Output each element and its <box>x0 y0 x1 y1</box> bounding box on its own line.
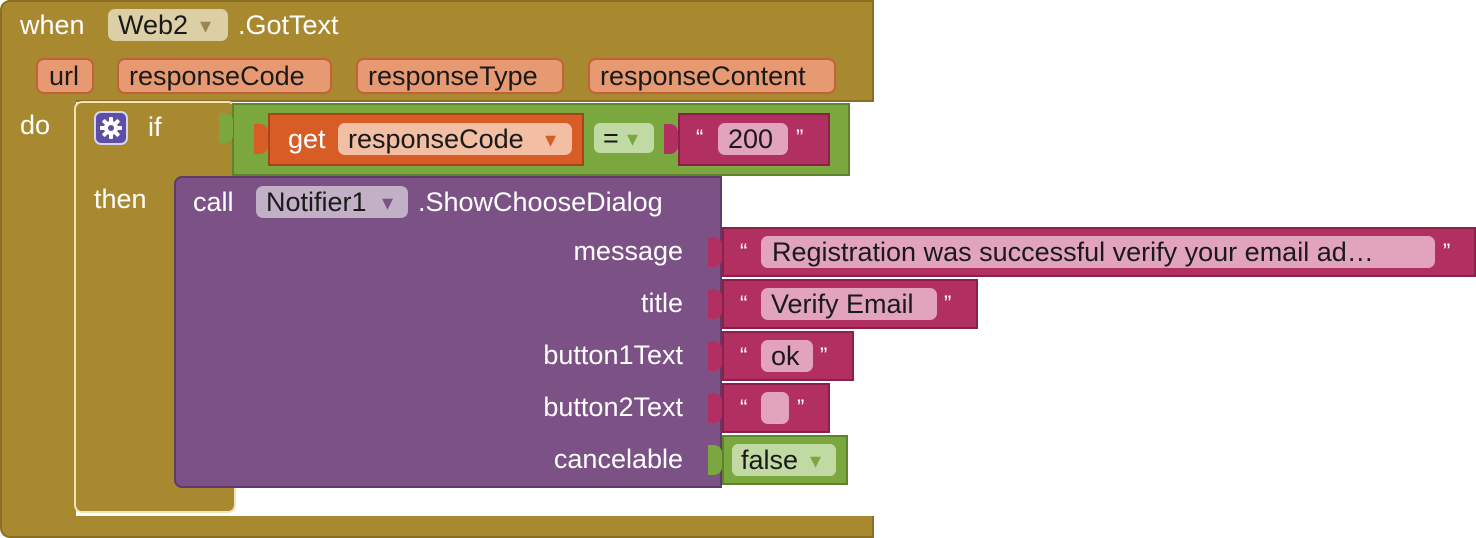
call-label: call <box>193 187 234 217</box>
operator-symbol: = <box>603 123 619 153</box>
when-keyword: when <box>20 10 85 40</box>
event-name: .GotText <box>238 10 339 40</box>
arg-button2-label: button2Text <box>543 392 683 422</box>
component-dropdown-notifier1[interactable]: Notifier1 ▾ <box>256 186 408 218</box>
param-responsecontent-label: responseContent <box>600 61 806 91</box>
component-name: Web2 <box>118 10 189 40</box>
title-plug <box>708 289 722 319</box>
message-plug <box>708 237 722 267</box>
open-quote: “ <box>740 343 748 368</box>
param-responsecontent[interactable]: responseContent <box>588 58 836 94</box>
then-label: then <box>94 184 147 214</box>
open-quote: “ <box>740 239 748 264</box>
button2-field[interactable] <box>761 392 789 424</box>
gear-icon-svg <box>100 117 122 139</box>
operator-dropdown[interactable]: = ▾ <box>594 123 654 153</box>
arg-cancelable-label: cancelable <box>553 444 683 474</box>
dropdown-arrow-icon: ▾ <box>382 190 394 215</box>
open-quote: “ <box>696 125 704 150</box>
dropdown-arrow-icon: ▾ <box>627 126 639 151</box>
notifier-call-block[interactable] <box>174 176 722 488</box>
arg-title-label: title <box>640 288 683 318</box>
button1-plug <box>708 341 722 371</box>
message-field[interactable]: Registration was successful verify your … <box>761 236 1435 268</box>
component-dropdown-web2[interactable]: Web2 ▾ <box>108 9 228 41</box>
title-field[interactable]: Verify Email <box>761 288 937 320</box>
text-200-value: 200 <box>728 124 774 154</box>
param-responsetype-label: responseType <box>368 61 538 91</box>
button2-plug <box>708 393 722 423</box>
boolean-value: false <box>741 445 799 475</box>
arg-button1-label: button1Text <box>543 340 683 370</box>
title-value: Verify Email <box>771 289 914 319</box>
compare-plug <box>219 113 233 143</box>
arg-message-label: message <box>573 236 683 266</box>
variable-dropdown[interactable]: responseCode ▾ <box>338 123 572 155</box>
event-block-bottom <box>0 516 874 538</box>
close-quote: ” <box>797 395 805 420</box>
variable-name: responseCode <box>348 124 524 154</box>
close-quote: ” <box>1443 239 1451 264</box>
param-responsecode[interactable]: responseCode <box>117 58 332 94</box>
notifier-name: Notifier1 <box>266 187 367 217</box>
boolean-dropdown[interactable]: false ▾ <box>732 444 836 476</box>
button1-value: ok <box>771 341 800 371</box>
method-name: .ShowChooseDialog <box>418 187 663 217</box>
gear-icon[interactable] <box>94 111 128 145</box>
cancelable-plug <box>708 445 722 475</box>
text-200-field[interactable]: 200 <box>718 123 788 155</box>
param-url[interactable]: url <box>36 58 94 94</box>
dropdown-arrow-icon: ▾ <box>545 127 557 152</box>
param-url-label: url <box>49 61 80 91</box>
message-value: Registration was successful verify your … <box>772 237 1374 267</box>
event-block-left-spine <box>0 100 76 520</box>
close-quote: ” <box>944 291 952 316</box>
do-label: do <box>20 110 51 140</box>
open-quote: “ <box>740 395 748 420</box>
button1-field[interactable]: ok <box>761 340 813 372</box>
dropdown-arrow-icon: ▾ <box>810 448 822 473</box>
param-responsetype[interactable]: responseType <box>356 58 564 94</box>
open-quote: “ <box>740 291 748 316</box>
if-label: if <box>148 112 162 142</box>
text-200-plug <box>664 124 678 154</box>
dropdown-arrow-icon: ▾ <box>200 13 212 38</box>
get-plug <box>254 124 268 154</box>
close-quote: ” <box>796 125 804 150</box>
close-quote: ” <box>820 343 828 368</box>
get-label: get <box>288 124 326 154</box>
param-responsecode-label: responseCode <box>129 61 305 91</box>
